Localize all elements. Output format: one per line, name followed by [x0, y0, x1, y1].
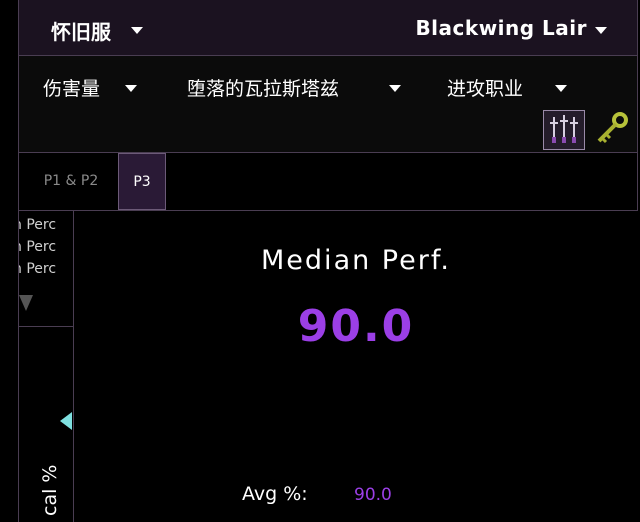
main-panel: Median Perf. 90.0 Avg %: 90.0: [74, 211, 638, 522]
median-perf-title: Median Perf.: [261, 245, 451, 276]
side-list-item[interactable]: n Perc: [19, 239, 56, 255]
top-bar: 怀旧服 Blackwing Lair: [18, 0, 638, 56]
scroll-up-arrow-icon[interactable]: [19, 293, 33, 313]
chevron-down-icon[interactable]: [125, 85, 137, 92]
boss-dropdown[interactable]: 堕落的瓦拉斯塔兹: [187, 74, 339, 101]
avg-label: Avg %:: [242, 483, 308, 505]
avg-value: 90.0: [354, 485, 392, 505]
tab-p3[interactable]: P3: [118, 153, 166, 210]
chevron-down-icon[interactable]: [389, 85, 401, 92]
chevron-down-icon[interactable]: [595, 27, 607, 34]
side-panel: n Perc n Perc n Perc cal %: [18, 211, 74, 522]
metric-dropdown[interactable]: 伤害量: [43, 74, 100, 101]
side-list-item[interactable]: n Perc: [19, 261, 56, 277]
tab-p1-p2[interactable]: P1 & P2: [25, 153, 117, 210]
zone-dropdown-label[interactable]: Blackwing Lair: [415, 16, 587, 40]
median-perf-value: 90.0: [297, 301, 415, 352]
scroll-left-arrow-icon[interactable]: [60, 412, 72, 430]
chevron-down-icon[interactable]: [555, 85, 567, 92]
vertical-axis-label: cal %: [39, 464, 61, 516]
key-icon[interactable]: [591, 110, 633, 150]
server-dropdown-label[interactable]: 怀旧服: [51, 16, 111, 45]
divider: [19, 326, 73, 327]
chevron-down-icon[interactable]: [131, 27, 143, 34]
role-dropdown[interactable]: 进攻职业: [447, 74, 523, 101]
side-list-item[interactable]: n Perc: [19, 217, 56, 233]
filter-bar: 伤害量 堕落的瓦拉斯塔兹 进攻职业: [18, 56, 638, 153]
swords-icon[interactable]: [543, 110, 585, 150]
phase-tabs: P1 & P2 P3: [18, 153, 638, 211]
